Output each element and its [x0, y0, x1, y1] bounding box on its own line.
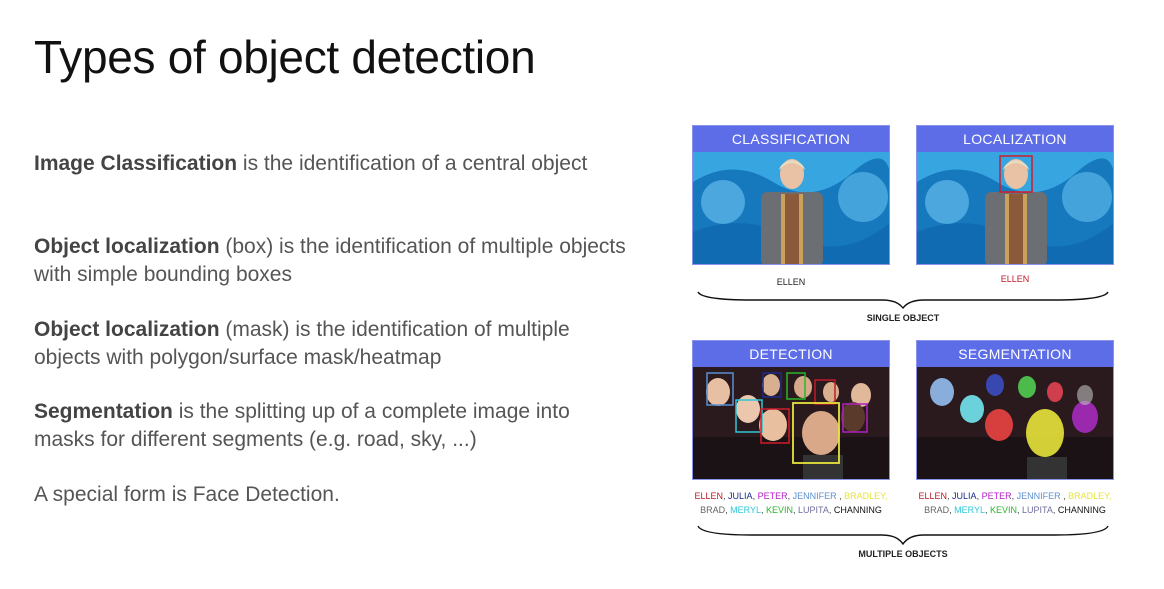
segmentation-name-list: ELLEN, JULIA, PETER, JENNIFER , BRADLEY,…	[916, 489, 1114, 517]
classification-caption: ELLEN	[776, 277, 806, 287]
panel-header: CLASSIFICATION	[693, 126, 889, 152]
multiple-objects-label: MULTIPLE OBJECTS	[858, 549, 948, 559]
person-name: BRAD	[700, 505, 726, 515]
paragraph-image-classification: Image Classification is the identificati…	[34, 150, 587, 178]
person-name: CHANNING	[1057, 505, 1106, 515]
single-object-brace	[697, 291, 1109, 310]
paragraph-object-localization-box: Object localization (box) is the identif…	[34, 233, 634, 289]
names-line-1: ELLEN, JULIA, PETER, JENNIFER , BRADLEY,	[692, 489, 890, 503]
paragraph-segmentation: Segmentation is the splitting up of a co…	[34, 398, 634, 454]
group-selfie-photo	[693, 367, 889, 479]
names-line-2: BRAD, MERYL, KEVIN, LUPITA, CHANNING	[692, 503, 890, 517]
localization-panel: LOCALIZATION	[916, 125, 1114, 265]
localization-caption: ELLEN	[1000, 274, 1030, 284]
single-person-photo	[693, 152, 889, 264]
person-name: LUPITA	[1022, 505, 1053, 515]
person-name: MERYL	[730, 505, 761, 515]
person-name: JULIA	[952, 491, 977, 501]
person-name: MERYL	[954, 505, 985, 515]
person-name: ELLEN	[694, 491, 724, 501]
single-person-photo	[917, 152, 1113, 264]
person-name: ELLEN	[918, 491, 948, 501]
definition-text: is the identification of a central objec…	[237, 152, 588, 175]
person-name: ,	[1060, 491, 1069, 501]
names-line-2: BRAD, MERYL, KEVIN, LUPITA, CHANNING	[916, 503, 1114, 517]
term-image-classification: Image Classification	[34, 152, 238, 175]
person-name: BRADLEY,	[1068, 491, 1112, 501]
person-name: BRAD	[924, 505, 950, 515]
person-name: PETER	[757, 491, 788, 501]
definition-text: A special form is Face Detection.	[34, 483, 340, 506]
person-name: ,	[836, 491, 845, 501]
term-object-localization: Object localization	[34, 235, 220, 258]
person-name: JENNIFER	[1016, 491, 1061, 501]
person-name: KEVIN	[990, 505, 1018, 515]
panel-header: SEGMENTATION	[917, 341, 1113, 367]
person-name: LUPITA	[798, 505, 829, 515]
person-name: JULIA	[728, 491, 753, 501]
person-name: PETER	[981, 491, 1012, 501]
term-object-localization: Object localization	[34, 318, 220, 341]
panel-header: DETECTION	[693, 341, 889, 367]
term-segmentation: Segmentation	[34, 400, 173, 423]
person-name: KEVIN	[766, 505, 794, 515]
person-name: CHANNING	[833, 505, 882, 515]
slide-title: Types of object detection	[34, 31, 536, 83]
paragraph-face-detection: A special form is Face Detection.	[34, 481, 340, 509]
group-selfie-photo	[917, 367, 1113, 479]
multiple-objects-brace	[697, 525, 1109, 546]
segmentation-panel: SEGMENTATION	[916, 340, 1114, 480]
person-name: JENNIFER	[792, 491, 837, 501]
detection-panel: DETECTION	[692, 340, 890, 480]
classification-panel: CLASSIFICATION	[692, 125, 890, 265]
panel-header: LOCALIZATION	[917, 126, 1113, 152]
single-object-label: SINGLE OBJECT	[866, 313, 940, 323]
names-line-1: ELLEN, JULIA, PETER, JENNIFER , BRADLEY,	[916, 489, 1114, 503]
person-name: BRADLEY,	[844, 491, 888, 501]
paragraph-object-localization-mask: Object localization (mask) is the identi…	[34, 316, 634, 372]
detection-name-list: ELLEN, JULIA, PETER, JENNIFER , BRADLEY,…	[692, 489, 890, 517]
